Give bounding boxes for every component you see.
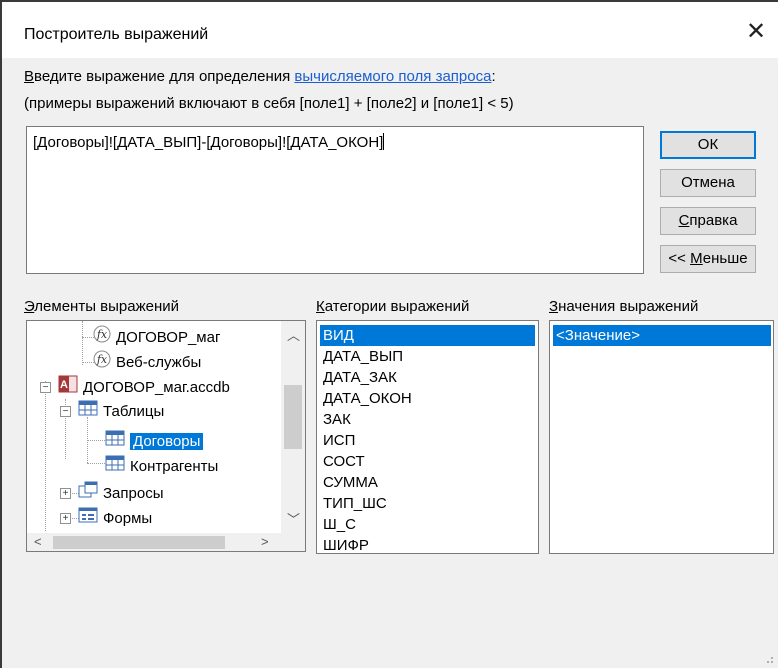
less-label-rest: еньше (702, 250, 748, 267)
category-item[interactable]: Ш_С (320, 514, 535, 535)
category-item[interactable]: ДАТА_ОКОН (320, 388, 535, 409)
tree-item-label: Таблицы (103, 402, 165, 420)
expression-text: [Договоры]![ДАТА_ВЫП]-[Договоры]![ДАТА_О… (33, 134, 384, 151)
tree-item-label: Договоры (130, 432, 204, 450)
scroll-up-icon[interactable]: ︿ (287, 325, 300, 344)
less-prefix: << (668, 250, 691, 267)
svg-text:fx: fx (96, 328, 108, 341)
tree-item[interactable]: Контрагенты (105, 454, 218, 478)
text-caret (383, 133, 385, 150)
queries-folder-icon (78, 481, 98, 507)
elements-label-rest: лементы выражений (34, 298, 180, 315)
tree-item-label: ДОГОВОР_маг.accdb (83, 378, 230, 396)
tree-item-label: Веб-службы (116, 353, 202, 371)
tree-vertical-scrollbar[interactable]: ︿ ﹀ (281, 321, 305, 533)
value-item[interactable]: <Значение> (553, 325, 771, 346)
scroll-thumb[interactable] (284, 385, 302, 449)
tree-item[interactable]: Запросы (78, 481, 164, 505)
tree-item[interactable]: fx ДОГОВОР_маг (93, 325, 220, 349)
elements-label: Элементы выражений (24, 298, 179, 315)
category-item[interactable]: СОСТ (320, 451, 535, 472)
help-label-rest: правка (689, 212, 738, 229)
tree-item-label: ДОГОВОР_маг (116, 328, 221, 346)
instruction-prefix: Введите выражение для определения (24, 68, 295, 85)
close-icon[interactable]: ✕ (744, 20, 768, 44)
access-db-icon: A (58, 375, 78, 401)
instruction-line-2: (примеры выражений включают в себя [поле… (24, 95, 514, 112)
tree-item[interactable]: A ДОГОВОР_маг.accdb (58, 375, 230, 399)
expression-builder-dialog: Построитель выражений ✕ Введите выражени… (0, 0, 778, 668)
instruction-suffix: : (491, 68, 496, 85)
categories-label-rest: атегории выражений (324, 298, 470, 315)
calculated-field-link[interactable]: вычисляемого поля запроса (294, 68, 491, 85)
expression-values-list[interactable]: <Значение> (549, 320, 774, 554)
category-item[interactable]: ИСП (320, 430, 535, 451)
less-accel: М (690, 250, 703, 267)
title-bar: Построитель выражений ✕ (2, 2, 778, 58)
categories-accel: К (316, 298, 325, 315)
collapse-icon[interactable]: − (40, 382, 51, 393)
values-accel: З (549, 298, 559, 315)
category-item[interactable]: ДАТА_ВЫП (320, 346, 535, 367)
less-button[interactable]: << Меньше (660, 245, 756, 273)
cancel-button[interactable]: Отмена (660, 169, 756, 197)
expression-elements-tree[interactable]: fx ДОГОВОР_маг fx Веб-службы − A ДОГОВОР_ма… (26, 320, 306, 552)
scroll-down-icon[interactable]: ﹀ (287, 509, 300, 528)
help-button[interactable]: Справка (660, 207, 756, 235)
window-title: Построитель выражений (24, 26, 209, 43)
elements-accel: Э (24, 298, 35, 315)
expression-input[interactable]: [Договоры]![ДАТА_ВЫП]-[Договоры]![ДАТА_О… (26, 126, 644, 274)
tree-item[interactable]: Формы (78, 506, 152, 530)
values-label-rest: начения выражений (558, 298, 699, 315)
help-accel: С (678, 212, 690, 229)
category-item[interactable]: ВИД (320, 325, 535, 346)
scroll-thumb[interactable] (53, 536, 225, 549)
tree-item-selected[interactable]: Договоры (105, 429, 204, 455)
instruction-line-1: Введите выражение для определения вычисл… (24, 68, 496, 85)
resize-grip-icon[interactable] (762, 652, 774, 664)
category-item[interactable]: СУММА (320, 472, 535, 493)
category-item[interactable]: ШИФР (320, 535, 535, 553)
ok-button[interactable]: ОК (660, 131, 756, 159)
tree-item[interactable]: fx Веб-службы (93, 350, 201, 374)
tables-folder-icon (78, 399, 98, 425)
categories-label: Категории выражений (316, 298, 469, 315)
tree-item-label: Запросы (103, 484, 164, 502)
tree-horizontal-scrollbar[interactable]: < > (27, 533, 305, 551)
values-label: Значения выражений (549, 298, 698, 315)
tree-item[interactable]: Таблицы (78, 399, 164, 423)
scroll-right-icon[interactable]: > (261, 534, 269, 549)
function-icon: fx (93, 325, 111, 351)
collapse-icon[interactable]: − (60, 406, 71, 417)
function-icon: fx (93, 350, 111, 376)
expand-icon[interactable]: + (60, 513, 71, 524)
expand-icon[interactable]: + (60, 488, 71, 499)
table-icon (105, 454, 125, 480)
category-item[interactable]: ТИП_ШС (320, 493, 535, 514)
expression-categories-list[interactable]: ВИД ДАТА_ВЫП ДАТА_ЗАК ДАТА_ОКОН ЗАК ИСП … (316, 320, 539, 554)
category-item[interactable]: ДАТА_ЗАК (320, 367, 535, 388)
category-item[interactable]: ЗАК (320, 409, 535, 430)
svg-text:fx: fx (96, 353, 108, 366)
tree-item-label: Формы (103, 509, 153, 527)
forms-folder-icon (78, 506, 98, 532)
tree-item-label: Контрагенты (130, 457, 219, 475)
table-icon (105, 429, 125, 455)
svg-text:A: A (60, 379, 68, 391)
scroll-left-icon[interactable]: < (34, 534, 42, 549)
